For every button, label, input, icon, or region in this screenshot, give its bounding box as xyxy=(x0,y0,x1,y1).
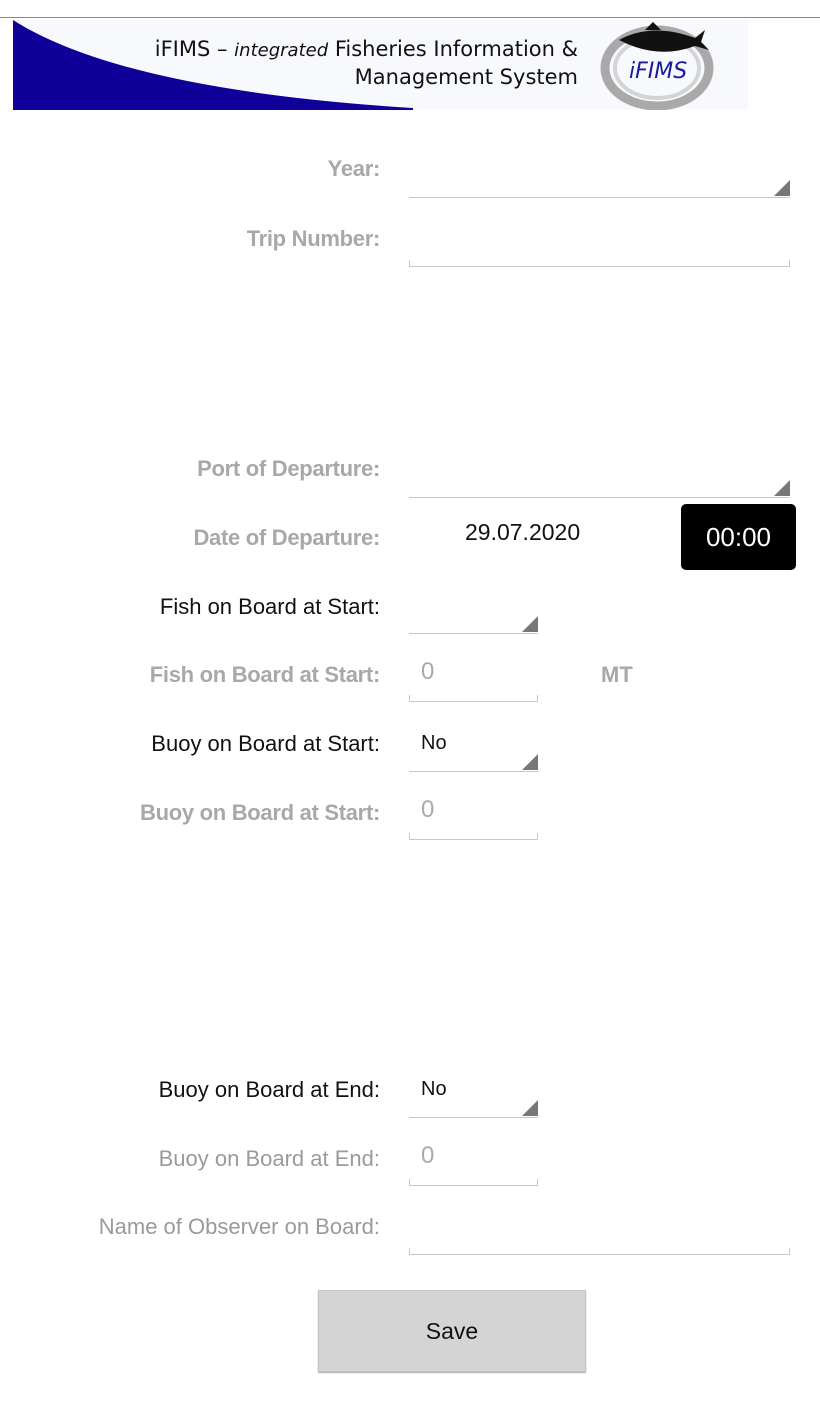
observer-name-input[interactable] xyxy=(409,1208,790,1255)
year-label: Year: xyxy=(327,156,381,181)
dropdown-triangle-icon xyxy=(522,1100,538,1116)
fish-on-board-start-qty-label: Fish on Board at Start: xyxy=(149,662,381,687)
top-divider xyxy=(0,17,820,18)
buoy-on-board-end-select-label: Buoy on Board at End: xyxy=(158,1077,380,1102)
observer-name-label: Name of Observer on Board: xyxy=(98,1214,380,1239)
buoy-on-board-start-select[interactable]: No xyxy=(409,716,538,772)
app-banner: iFIMS – integrated Fisheries Information… xyxy=(13,20,748,110)
fish-on-board-start-qty-input[interactable]: 0 xyxy=(409,658,538,702)
time-of-departure-button[interactable]: 00:00 xyxy=(681,504,796,570)
dropdown-triangle-icon xyxy=(774,180,790,196)
ifims-logo: iFIMS xyxy=(600,22,714,110)
trip-number-label: Trip Number: xyxy=(246,226,381,251)
buoy-on-board-start-select-label: Buoy on Board at Start: xyxy=(151,731,380,756)
fish-on-board-start-select[interactable] xyxy=(409,596,538,634)
save-button[interactable]: Save xyxy=(318,1290,586,1372)
dropdown-triangle-icon xyxy=(774,480,790,496)
buoy-on-board-end-qty-label: Buoy on Board at End: xyxy=(158,1146,380,1171)
dropdown-triangle-icon xyxy=(522,754,538,770)
port-of-departure-label: Port of Departure: xyxy=(197,456,380,481)
fish-on-board-start-select-label: Fish on Board at Start: xyxy=(159,594,380,619)
year-select[interactable] xyxy=(409,160,790,198)
buoy-on-board-end-select[interactable]: No xyxy=(409,1062,538,1118)
svg-text:iFIMS: iFIMS xyxy=(629,59,687,84)
buoy-on-board-start-qty-input[interactable]: 0 xyxy=(409,796,538,840)
dropdown-triangle-icon xyxy=(522,616,538,632)
banner-title: iFIMS – integrated Fisheries Information… xyxy=(154,37,578,89)
trip-number-input[interactable] xyxy=(409,220,790,267)
buoy-on-board-start-qty-label: Buoy on Board at Start: xyxy=(140,800,380,825)
date-of-departure-picker[interactable]: 29.07.2020 xyxy=(465,519,580,546)
fish-unit-label: MT xyxy=(601,662,633,687)
port-of-departure-select[interactable] xyxy=(409,460,790,498)
buoy-on-board-end-qty-input[interactable]: 0 xyxy=(409,1142,538,1186)
date-of-departure-label: Date of Departure: xyxy=(193,525,380,550)
